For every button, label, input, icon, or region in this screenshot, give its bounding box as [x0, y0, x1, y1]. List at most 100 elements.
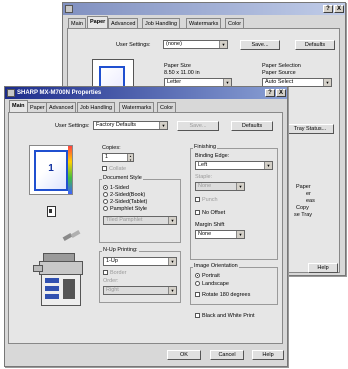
tab-advanced[interactable]: Advanced	[108, 18, 139, 28]
staple-value: None	[198, 183, 212, 189]
titlebar: SHARP MX-M700N Properties	[5, 87, 287, 99]
landscape-label: Landscape	[202, 281, 229, 287]
defaults-button[interactable]: Defaults	[295, 40, 335, 50]
one-sided-radio[interactable]	[103, 185, 108, 190]
document-icon	[47, 206, 56, 217]
preview-page-number: 1	[48, 163, 54, 174]
portrait-radio[interactable]	[195, 273, 200, 278]
user-settings-select[interactable]: (none) ▼	[163, 40, 228, 49]
border-label: Border	[110, 270, 127, 276]
margin-shift-label: Margin Shift	[195, 222, 225, 228]
border-checkbox[interactable]	[103, 270, 108, 275]
help-button[interactable]: Help	[308, 263, 338, 273]
paper-source-value: Auto Select	[265, 79, 294, 85]
tab-advanced[interactable]: Advanced	[46, 102, 77, 112]
paper-source-label: Paper Source	[262, 70, 296, 76]
defaults-button[interactable]: Defaults	[231, 121, 273, 131]
tab-job-handling[interactable]: Job Handling	[142, 18, 181, 28]
printer-icon	[7, 89, 15, 97]
tab-watermarks[interactable]: Watermarks	[119, 102, 155, 112]
help-title-button[interactable]: ?	[265, 89, 275, 97]
window-title: SHARP MX-M700N Properties	[17, 90, 102, 96]
pamphlet-style-label: Pamphlet Style	[110, 206, 147, 212]
user-settings-label: User Settings:	[116, 42, 151, 48]
tab-main[interactable]: Main	[9, 100, 28, 112]
punch-checkbox[interactable]	[195, 197, 200, 202]
cancel-button[interactable]: Cancel	[210, 350, 244, 360]
collate-label: Collate	[109, 166, 127, 172]
copies-spinbox[interactable]: 1	[102, 153, 134, 162]
save-button[interactable]: Save...	[240, 40, 280, 50]
back-bit-4: Copy	[296, 205, 309, 211]
tab-paper[interactable]: Paper	[27, 102, 48, 112]
rotate-label: Rotate 180 degrees	[202, 292, 251, 298]
staple-label: Staple:	[195, 174, 213, 180]
help-button[interactable]: Help	[252, 350, 284, 360]
main-tab-panel: User Settings: Factory Defaults ▼ Save..…	[8, 112, 283, 344]
back-bit-5: se Tray	[294, 212, 313, 218]
order-label: Order:	[103, 278, 119, 284]
paper-size-label: Paper Size	[164, 63, 191, 69]
paper-size-dims: 8.50 x 11.00 in	[164, 70, 200, 76]
landscape-radio[interactable]	[195, 281, 200, 286]
chevron-down-icon: ▼	[219, 41, 227, 48]
binding-edge-label: Binding Edge:	[195, 153, 230, 159]
order-select[interactable]: Right ▼	[103, 286, 177, 295]
bw-print-checkbox[interactable]	[195, 313, 200, 318]
two-sided-tablet-label: 2-Sided(Tablet)	[110, 199, 148, 205]
chevron-down-icon: ▼	[168, 258, 176, 265]
tray-status-button[interactable]: Tray Status...	[286, 124, 334, 134]
help-title-button[interactable]: ?	[323, 5, 333, 13]
one-sided-label: 1-Sided	[110, 185, 129, 191]
copies-value: 1	[105, 154, 109, 160]
user-settings-value: (none)	[166, 41, 182, 47]
chevron-down-icon: ▼	[323, 79, 331, 86]
no-offset-checkbox[interactable]	[195, 210, 200, 215]
two-sided-book-label: 2-Sided(Book)	[110, 192, 146, 198]
close-title-button[interactable]: X	[276, 89, 286, 97]
print-preview: 1	[29, 145, 73, 195]
tab-watermarks[interactable]: Watermarks	[186, 18, 222, 28]
two-sided-book-radio[interactable]	[103, 192, 108, 197]
chevron-down-icon: ▼	[236, 183, 244, 190]
ok-button[interactable]: OK	[167, 350, 201, 360]
pamphlet-type-select[interactable]: Tiled Pamphlet ▼	[103, 216, 177, 225]
binding-edge-select[interactable]: Left ▼	[195, 161, 273, 170]
tab-color[interactable]: Color	[225, 18, 245, 28]
rotate-checkbox[interactable]	[195, 292, 200, 297]
nup-label: N-Up Printing:	[102, 247, 139, 253]
paper-selection-label: Paper Selection	[262, 63, 301, 69]
user-settings-select[interactable]: Factory Defaults ▼	[93, 121, 168, 130]
image-orientation-label: Image Orientation	[193, 263, 239, 269]
back-bit-3: eas	[306, 198, 315, 204]
close-title-button[interactable]: X	[334, 5, 344, 13]
two-sided-tablet-radio[interactable]	[103, 199, 108, 204]
tab-paper[interactable]: Paper	[87, 16, 109, 28]
chevron-down-icon: ▼	[168, 287, 176, 294]
document-style-label: Document Style	[102, 175, 143, 181]
preview-color-strip	[68, 146, 72, 194]
nup-select[interactable]: 1-Up ▼	[103, 257, 177, 266]
copies-label: Copies:	[102, 145, 121, 151]
margin-shift-select[interactable]: None ▼	[195, 230, 245, 239]
staple-select[interactable]: None ▼	[195, 182, 245, 191]
chevron-down-icon: ▼	[236, 231, 244, 238]
collate-checkbox[interactable]	[102, 166, 107, 171]
pamphlet-type-value: Tiled Pamphlet	[106, 217, 143, 223]
bw-print-label: Black and White Print	[202, 313, 255, 319]
tab-job-handling[interactable]: Job Handling	[77, 102, 116, 112]
finishing-label: Finishing	[193, 144, 218, 150]
user-settings-value: Factory Defaults	[96, 122, 137, 128]
tab-main[interactable]: Main	[68, 18, 86, 28]
tab-color[interactable]: Color	[157, 102, 177, 112]
chevron-down-icon: ▼	[264, 162, 272, 169]
back-bit-2: er	[306, 191, 311, 197]
nup-value: 1-Up	[106, 258, 118, 264]
binding-edge-value: Left	[198, 162, 208, 168]
preview-page: 1	[34, 150, 68, 191]
network-cable-icon	[62, 230, 81, 241]
no-offset-label: No Offset	[202, 210, 226, 216]
chevron-down-icon: ▼	[223, 79, 231, 86]
save-button[interactable]: Save...	[177, 121, 219, 131]
pamphlet-style-radio[interactable]	[103, 206, 108, 211]
